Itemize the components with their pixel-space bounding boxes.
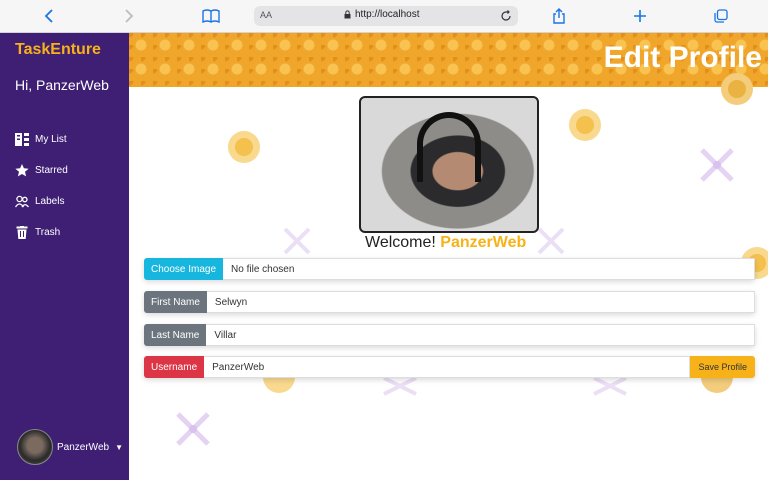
user-name: PanzerWeb bbox=[57, 441, 110, 453]
back-button[interactable] bbox=[38, 6, 60, 26]
user-menu[interactable]: PanzerWeb ▼ bbox=[17, 429, 123, 465]
list-icon bbox=[15, 133, 29, 146]
sidebar-item-trash[interactable]: Trash bbox=[15, 226, 60, 239]
sparkle-icon bbox=[283, 227, 311, 255]
coin-icon bbox=[228, 131, 260, 163]
lock-icon bbox=[344, 10, 351, 19]
tabs-button[interactable] bbox=[710, 6, 732, 26]
page-title: Edit Profile bbox=[603, 41, 762, 74]
forward-button[interactable] bbox=[118, 6, 140, 26]
greeting: Hi, PanzerWeb bbox=[15, 77, 109, 93]
tabs-icon bbox=[714, 9, 728, 23]
image-upload-row: Choose Image No file chosen bbox=[144, 258, 755, 280]
username-row: Username Save Profile bbox=[144, 356, 755, 378]
address-bar[interactable]: AA http://localhost bbox=[254, 6, 518, 26]
reload-button[interactable] bbox=[500, 9, 512, 27]
new-tab-button[interactable] bbox=[629, 6, 651, 26]
sidebar-item-my-list[interactable]: My List bbox=[15, 133, 67, 146]
file-status: No file chosen bbox=[223, 258, 755, 280]
sidebar-item-label: Trash bbox=[35, 227, 61, 238]
last-name-label: Last Name bbox=[144, 324, 207, 346]
welcome-username: PanzerWeb bbox=[440, 234, 527, 251]
first-name-label: First Name bbox=[144, 291, 207, 313]
coin-icon bbox=[701, 377, 733, 393]
header-banner: Edit Profile bbox=[129, 33, 768, 87]
sidebar-item-starred[interactable]: Starred bbox=[15, 164, 68, 177]
username-label: Username bbox=[144, 356, 205, 378]
first-name-row: First Name bbox=[144, 291, 755, 313]
sparkle-icon bbox=[700, 148, 734, 182]
sidebar-item-label: Labels bbox=[35, 196, 65, 207]
welcome-prefix: Welcome! bbox=[365, 234, 436, 251]
sparkle-icon bbox=[593, 376, 627, 396]
sidebar-item-label: Starred bbox=[35, 165, 68, 176]
browser-toolbar: AA http://localhost bbox=[0, 0, 768, 33]
save-profile-button[interactable]: Save Profile bbox=[690, 356, 755, 378]
sparkle-icon bbox=[176, 412, 210, 446]
sparkle-icon bbox=[383, 376, 417, 396]
coin-icon bbox=[721, 73, 753, 105]
username-input[interactable] bbox=[212, 361, 690, 373]
url-text: http://localhost bbox=[355, 9, 420, 20]
sidebar: TaskEnture Hi, PanzerWeb My List Starred… bbox=[0, 33, 129, 480]
star-icon bbox=[15, 164, 29, 177]
trash-icon bbox=[16, 226, 28, 239]
avatar bbox=[17, 429, 53, 465]
choose-image-button[interactable]: Choose Image bbox=[144, 258, 224, 280]
sparkle-icon bbox=[537, 227, 565, 255]
first-name-input[interactable] bbox=[214, 296, 754, 308]
coin-icon bbox=[263, 377, 295, 393]
book-icon bbox=[202, 9, 220, 23]
coin-icon bbox=[569, 109, 601, 141]
share-icon bbox=[553, 8, 565, 24]
text-size-button[interactable]: AA bbox=[260, 10, 272, 20]
welcome-message: Welcome! PanzerWeb bbox=[365, 234, 526, 252]
chevron-right-icon bbox=[125, 9, 134, 23]
chevron-left-icon bbox=[44, 9, 53, 23]
sidebar-item-label: My List bbox=[35, 134, 67, 145]
plus-icon bbox=[634, 10, 646, 22]
profile-picture bbox=[359, 96, 539, 233]
brand-logo[interactable]: TaskEnture bbox=[15, 41, 101, 59]
labels-icon bbox=[15, 195, 29, 208]
reload-icon bbox=[501, 10, 511, 21]
headphones-shape bbox=[417, 112, 481, 182]
caret-down-icon: ▼ bbox=[115, 442, 123, 452]
url-display[interactable]: http://localhost bbox=[344, 9, 419, 20]
sidebar-item-labels[interactable]: Labels bbox=[15, 195, 64, 208]
bookmarks-button[interactable] bbox=[200, 6, 222, 26]
share-button[interactable] bbox=[548, 6, 570, 26]
last-name-row: Last Name bbox=[144, 324, 755, 346]
last-name-input[interactable] bbox=[214, 329, 754, 341]
